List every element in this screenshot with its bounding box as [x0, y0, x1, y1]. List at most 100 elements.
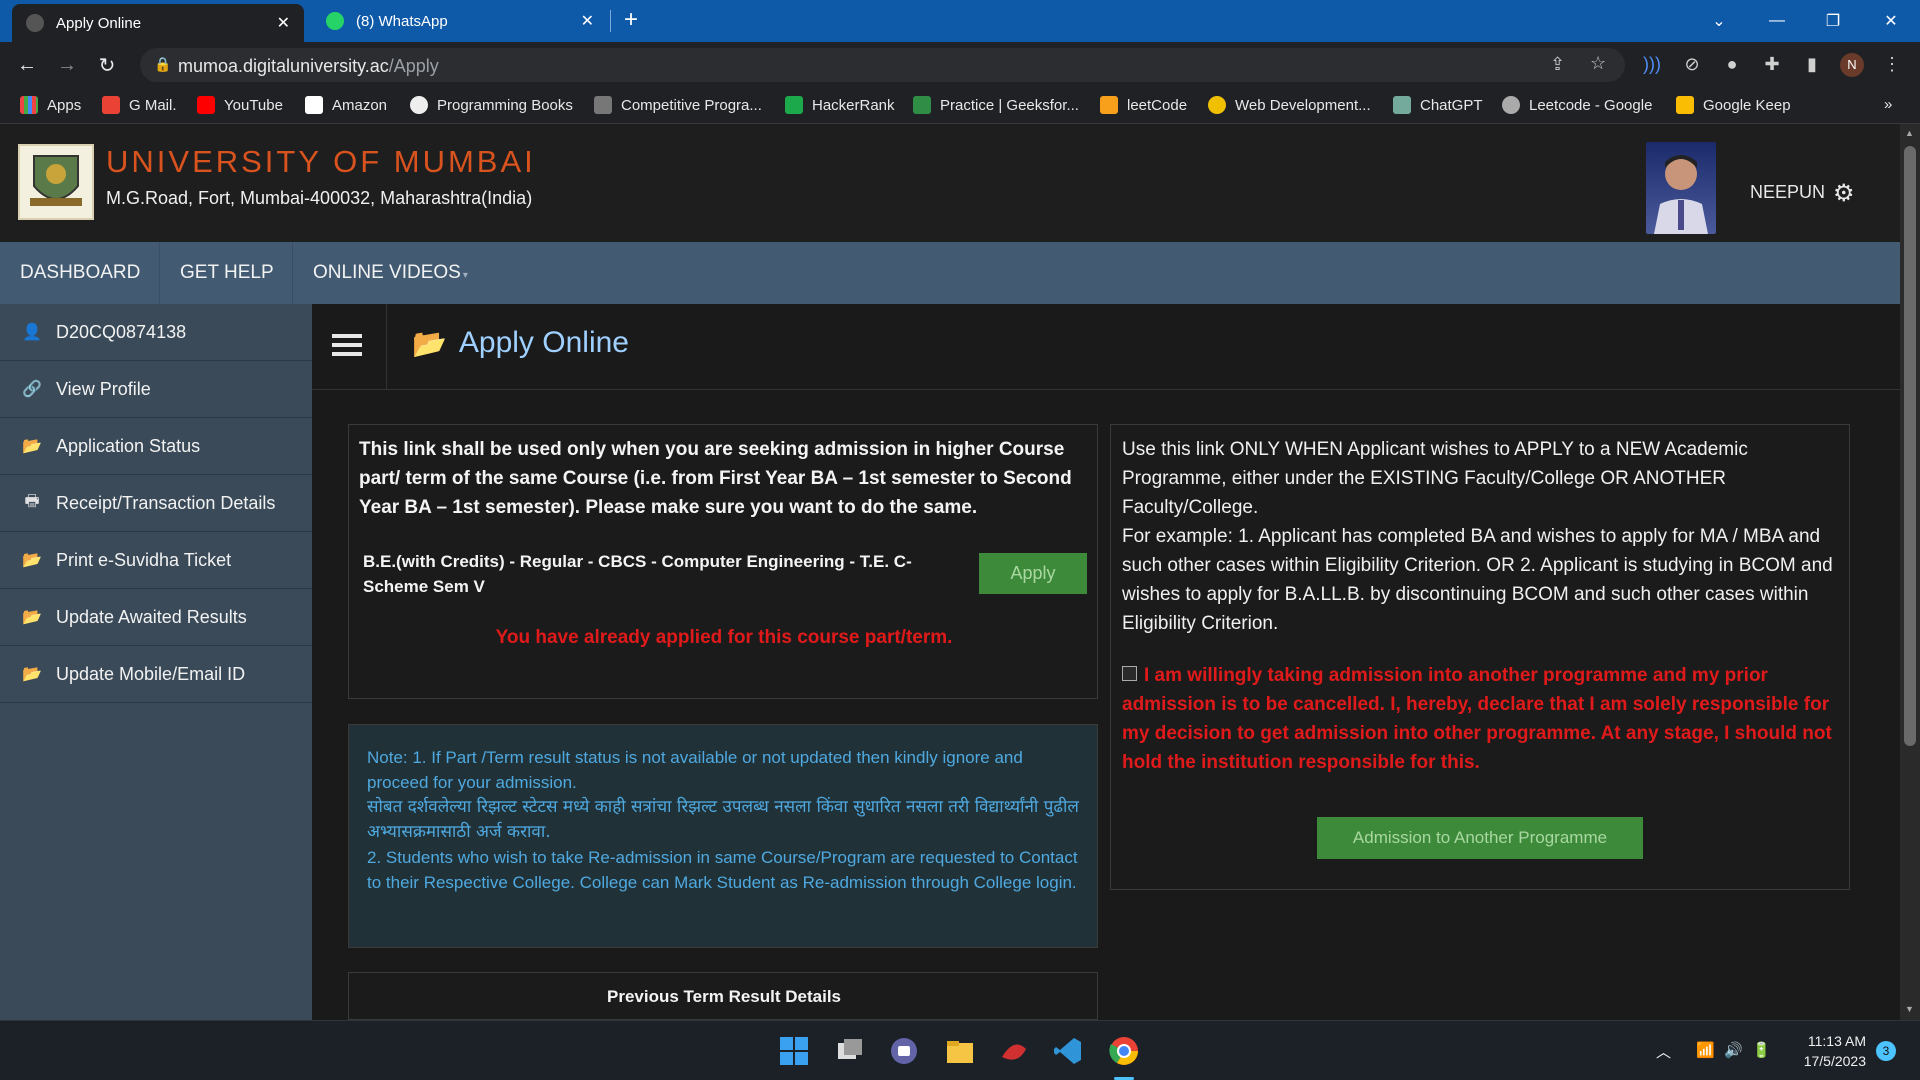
tab-search-chevron-icon[interactable]: ⌄ [1694, 0, 1744, 42]
address-bar[interactable]: 🔒 mumoa.digitaluniversity.ac/Apply ⇪ ☆ [140, 48, 1625, 82]
already-applied-warning: You have already applied for this course… [495, 627, 953, 648]
puzzle-extensions-icon[interactable]: ✚ [1760, 54, 1784, 78]
windows-start-icon[interactable] [778, 1035, 810, 1067]
bookmark-star-icon[interactable]: ☆ [1590, 53, 1606, 74]
apply-button[interactable]: Apply [979, 553, 1087, 594]
note-text: Note: 1. If Part /Term result status is … [367, 745, 1082, 895]
hamburger-menu-icon[interactable] [332, 334, 362, 358]
sidebar-item-application-status[interactable]: 📂 Application Status [0, 418, 312, 475]
scroll-down-icon[interactable]: ▼ [1905, 1004, 1914, 1014]
nav-dashboard[interactable]: DASHBOARD [20, 262, 140, 284]
tab-close-icon[interactable]: ✕ [277, 13, 290, 33]
tray-chevron-up-icon[interactable]: ︿ [1656, 1041, 1671, 1062]
note-line-1: Note: 1. If Part /Term result status is … [367, 748, 1023, 792]
extension-audio-icon[interactable]: ))) [1640, 54, 1664, 78]
scrollbar-thumb[interactable] [1904, 146, 1916, 746]
gear-icon[interactable]: ⚙ [1833, 179, 1855, 208]
username-label[interactable]: NEEPUN [1750, 182, 1825, 203]
windows-taskbar: ︿ 📶 🔊 🔋 11:13 AM 17/5/2023 3 [0, 1020, 1920, 1080]
main-navigation: DASHBOARD GET HELP ONLINE VIDEOS ▾ [0, 242, 1900, 304]
declaration-text: I am willingly taking admission into ano… [1122, 665, 1832, 773]
chatgpt-icon [1393, 96, 1411, 114]
sidebar-item-receipt[interactable]: 🖶 Receipt/Transaction Details [0, 475, 312, 532]
sidebar-item-label: Update Mobile/Email ID [56, 663, 246, 684]
restore-button[interactable]: ❐ [1808, 0, 1858, 42]
file-explorer-icon[interactable] [944, 1035, 976, 1067]
note-line-2: 2. Students who wish to take Re-admissio… [367, 848, 1078, 892]
bookmark-apps[interactable]: Apps [20, 96, 81, 114]
sidebar-item-view-profile[interactable]: 🔗 View Profile [0, 361, 312, 418]
bookmark-youtube[interactable]: YouTube [197, 96, 283, 114]
browser-toolbar: ← → ↻ 🔒 mumoa.digitaluniversity.ac/Apply… [0, 42, 1920, 88]
bookmark-gmail[interactable]: G Mail. [102, 96, 177, 114]
minimize-button[interactable]: — [1752, 0, 1802, 42]
back-arrow-icon[interactable]: ← [12, 50, 42, 80]
bookmark-leetcode[interactable]: leetCode [1100, 96, 1187, 114]
bookmark-label: Practice | Geeksfor... [940, 96, 1079, 114]
previous-term-panel: Previous Term Result Details [348, 972, 1098, 1020]
clock[interactable]: 11:13 AM 17/5/2023 [1794, 1031, 1866, 1071]
bookmark-hackerrank[interactable]: HackerRank [785, 96, 895, 114]
globe-icon [1502, 96, 1520, 114]
volume-icon[interactable]: 🔊 [1724, 1041, 1743, 1059]
whatsapp-favicon-icon [326, 12, 344, 30]
share-icon[interactable]: ⇪ [1550, 54, 1565, 75]
tab-apply-online[interactable]: Apply Online ✕ [12, 4, 304, 42]
browser-tab-bar: Apply Online ✕ (8) WhatsApp ✕ + ⌄ — ❐ ✕ [0, 0, 1920, 42]
reload-icon[interactable]: ↻ [92, 50, 122, 80]
tab-close-icon[interactable]: ✕ [581, 11, 594, 31]
forward-arrow-icon[interactable]: → [52, 50, 82, 80]
bookmark-label: G Mail. [129, 96, 177, 114]
sidebar-item-update-contact[interactable]: 📂 Update Mobile/Email ID [0, 646, 312, 703]
nav-divider [292, 242, 293, 304]
sidebar-item-label: Print e-Suvidha Ticket [56, 549, 232, 570]
bookmark-competitive-programming[interactable]: Competitive Progra... [594, 96, 762, 114]
url-path: /Apply [388, 56, 439, 76]
bookmarks-overflow-button[interactable]: » [1884, 96, 1892, 113]
admission-another-programme-button[interactable]: Admission to Another Programme [1317, 817, 1643, 859]
sidebar-item-label: D20CQ0874138 [56, 321, 187, 342]
bookmark-geeksforgeeks[interactable]: Practice | Geeksfor... [913, 96, 1079, 114]
close-window-button[interactable]: ✕ [1866, 0, 1916, 42]
bookmark-leetcode-google[interactable]: Leetcode - Google [1502, 96, 1652, 114]
tab-whatsapp[interactable]: (8) WhatsApp ✕ [312, 0, 608, 42]
battery-icon[interactable]: 🔋 [1752, 1041, 1771, 1059]
sidebar-item-update-awaited-results[interactable]: 📂 Update Awaited Results [0, 589, 312, 646]
bookmark-label: Leetcode - Google [1529, 96, 1653, 114]
bookmark-chatgpt[interactable]: ChatGPT [1393, 96, 1483, 114]
bookmarks-bar: Apps G Mail. YouTube Amazon Programming … [0, 88, 1920, 124]
task-view-icon[interactable] [834, 1035, 866, 1067]
page-scrollbar[interactable]: ▲ ▼ [1900, 124, 1920, 1020]
compass-extension-icon[interactable]: ⊘ [1680, 54, 1704, 78]
side-panel-icon[interactable]: ▮ [1800, 54, 1824, 78]
sidebar-item-prn[interactable]: 👤 D20CQ0874138 [0, 304, 312, 361]
bookmark-google-keep[interactable]: Google Keep [1676, 96, 1791, 114]
chrome-icon[interactable] [1108, 1035, 1140, 1067]
vscode-icon[interactable] [1052, 1035, 1084, 1067]
teams-chat-icon[interactable] [888, 1035, 920, 1067]
scroll-up-icon[interactable]: ▲ [1905, 128, 1914, 138]
content-header-bar: 📂 Apply Online [312, 304, 1900, 390]
folder-icon: 📂 [22, 609, 42, 626]
nav-online-videos[interactable]: ONLINE VIDEOS ▾ [313, 262, 468, 284]
bookmark-web-development[interactable]: Web Development... [1208, 96, 1371, 114]
app-icon[interactable] [998, 1035, 1030, 1067]
wifi-icon[interactable]: 📶 [1696, 1041, 1715, 1059]
note-line-marathi: सोबत दर्शवलेल्या रिझल्ट स्टेटस मध्ये काह… [367, 797, 1079, 842]
university-logo [18, 144, 94, 220]
bookmark-programming-books[interactable]: Programming Books [410, 96, 573, 114]
clock-date: 17/5/2023 [1803, 1053, 1866, 1069]
sidebar-item-print-ticket[interactable]: 📂 Print e-Suvidha Ticket [0, 532, 312, 589]
profile-avatar[interactable]: N [1840, 53, 1864, 77]
new-tab-button[interactable]: + [624, 6, 638, 34]
nav-online-videos-label: ONLINE VIDEOS [313, 262, 461, 283]
previous-term-title: Previous Term Result Details [607, 987, 841, 1006]
notification-badge[interactable]: 3 [1876, 1041, 1896, 1061]
kebab-menu-icon[interactable]: ⋮ [1880, 54, 1904, 78]
new-programme-text-2: For example: 1. Applicant has completed … [1122, 526, 1833, 634]
university-address: M.G.Road, Fort, Mumbai-400032, Maharasht… [106, 188, 533, 208]
bookmark-amazon[interactable]: Amazon [305, 96, 387, 114]
nav-get-help[interactable]: GET HELP [180, 262, 274, 284]
extension-icon[interactable]: ● [1720, 54, 1744, 78]
declaration-checkbox[interactable] [1122, 666, 1137, 681]
